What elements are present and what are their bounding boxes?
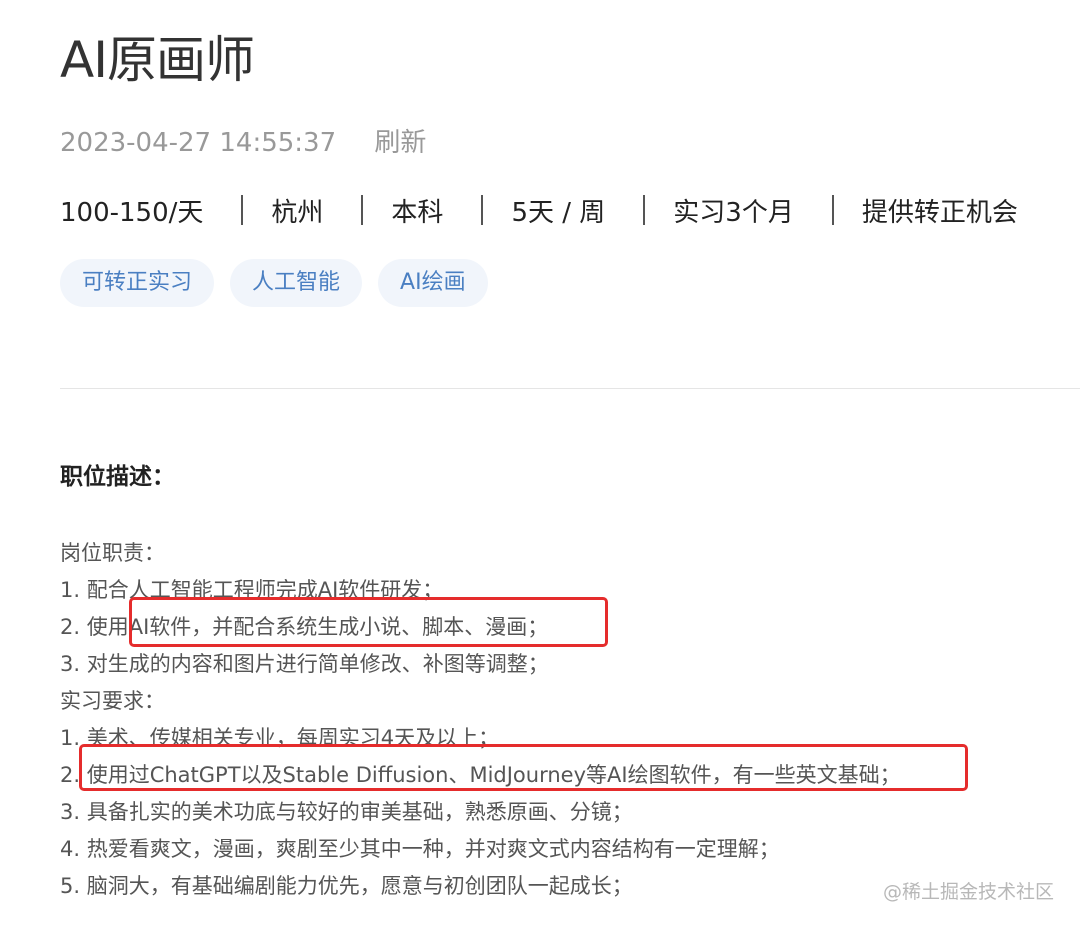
job-detail-page: AI原画师 2023-04-27 14:55:37 刷新 100-150/天 杭… <box>0 0 1080 927</box>
salary: 100-150/天 <box>60 197 204 228</box>
info-separator <box>643 195 646 225</box>
job-info-row: 100-150/天 杭州 本科 5天 / 周 实习3个月 提供转正机会 <box>60 190 1060 230</box>
tag-ai-painting[interactable]: AI绘画 <box>378 259 488 307</box>
internship-duration: 实习3个月 <box>673 197 794 228</box>
post-timestamp: 2023-04-27 14:55:37 <box>60 128 337 158</box>
watermark: @稀土掘金技术社区 <box>882 881 1054 903</box>
job-tags: 可转正实习 人工智能 AI绘画 <box>60 259 488 307</box>
highlight-box <box>79 744 968 791</box>
city: 杭州 <box>271 197 324 228</box>
description-line: 岗位职责： <box>60 541 165 565</box>
info-separator <box>831 195 834 225</box>
description-line: 3. 具备扎实的美术功底与较好的审美基础，熟悉原画、分镜； <box>60 800 633 824</box>
job-description: 岗位职责： 1. 配合人工智能工程师完成AI软件研发； 2. 使用AI软件，并配… <box>60 535 1060 905</box>
info-separator <box>481 195 484 225</box>
info-separator <box>241 195 244 225</box>
description-line: 4. 热爱看爽文，漫画，爽剧至少其中一种，并对爽文式内容结构有一定理解； <box>60 837 780 861</box>
description-line: 实习要求： <box>60 689 165 713</box>
refresh-link[interactable]: 刷新 <box>374 128 426 158</box>
conversion-opportunity: 提供转正机会 <box>861 197 1018 228</box>
tag-artificial-intelligence[interactable]: 人工智能 <box>230 259 363 307</box>
days-per-week: 5天 / 周 <box>511 197 606 228</box>
section-divider <box>60 388 1080 389</box>
info-separator <box>361 195 364 225</box>
education: 本科 <box>391 197 444 228</box>
tag-convertible-internship[interactable]: 可转正实习 <box>60 259 215 307</box>
job-title: AI原画师 <box>60 31 255 89</box>
meta-row: 2023-04-27 14:55:37 刷新 <box>60 124 426 162</box>
description-heading: 职位描述： <box>60 464 175 490</box>
description-line: 3. 对生成的内容和图片进行简单修改、补图等调整； <box>60 652 549 676</box>
highlight-box <box>129 597 608 647</box>
